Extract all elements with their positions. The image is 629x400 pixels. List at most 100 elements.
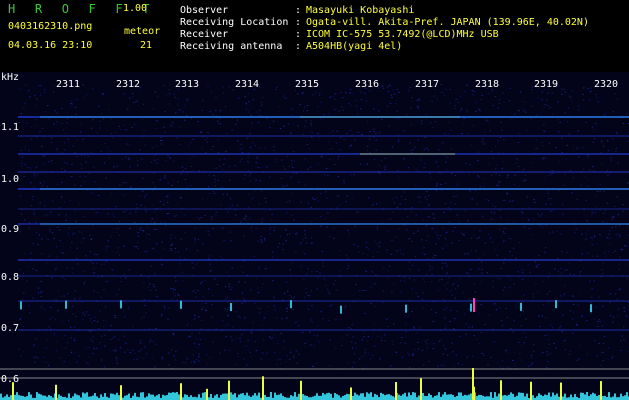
noise-speck: [493, 213, 495, 215]
noise-speck: [408, 268, 411, 270]
noise-speck: [453, 107, 456, 109]
amplitude-bar: [540, 394, 542, 400]
noise-speck: [318, 95, 321, 97]
noise-speck: [71, 103, 73, 105]
noise-speck: [498, 174, 501, 176]
noise-speck: [608, 233, 610, 235]
amplitude-bar: [404, 392, 406, 400]
noise-speck: [503, 232, 505, 234]
noise-speck: [601, 269, 603, 271]
noise-speck: [287, 123, 290, 125]
noise-speck: [552, 231, 554, 233]
noise-speck: [418, 99, 420, 101]
meteor-echo: [20, 301, 22, 310]
noise-speck: [313, 199, 316, 200]
noise-speck: [35, 222, 37, 224]
noise-speck: [119, 347, 122, 349]
noise-speck: [418, 201, 421, 203]
noise-speck: [255, 278, 257, 280]
noise-speck: [375, 139, 377, 141]
amplitude-bar: [574, 394, 576, 400]
noise-speck: [472, 355, 474, 357]
noise-speck: [426, 273, 428, 275]
amplitude-bar: [198, 394, 200, 400]
noise-speck: [194, 318, 196, 320]
noise-speck: [391, 239, 393, 241]
noise-speck: [258, 268, 260, 270]
noise-speck: [61, 122, 63, 124]
noise-speck: [520, 325, 523, 327]
noise-speck: [20, 213, 23, 215]
noise-speck: [351, 197, 353, 199]
noise-speck: [555, 347, 557, 349]
noise-speck: [99, 310, 101, 312]
noise-speck: [451, 342, 453, 344]
noise-speck: [445, 88, 447, 90]
noise-speck: [438, 238, 440, 240]
noise-speck: [508, 100, 511, 102]
noise-speck: [317, 106, 319, 108]
noise-speck: [617, 308, 620, 310]
noise-speck: [597, 325, 599, 327]
noise-speck: [580, 183, 583, 185]
noise-speck: [145, 312, 147, 314]
noise-speck: [97, 292, 99, 294]
noise-speck: [65, 347, 67, 349]
noise-speck: [530, 118, 532, 120]
noise-speck: [112, 137, 114, 139]
noise-speck: [568, 353, 571, 355]
noise-speck: [345, 305, 347, 307]
noise-speck: [575, 228, 577, 230]
noise-speck: [590, 87, 592, 89]
noise-speck: [386, 318, 388, 320]
noise-speck: [103, 263, 105, 265]
noise-speck: [318, 137, 320, 139]
noise-speck: [254, 191, 256, 193]
noise-speck: [148, 328, 151, 330]
noise-speck: [67, 232, 69, 234]
amplitude-bar: [422, 392, 424, 400]
noise-speck: [250, 289, 252, 291]
noise-speck: [306, 105, 309, 106]
noise-speck: [489, 237, 492, 239]
noise-speck: [585, 121, 587, 123]
noise-speck: [346, 362, 349, 364]
noise-speck: [564, 112, 567, 114]
noise-speck: [305, 287, 307, 289]
noise-speck: [261, 324, 263, 326]
amplitude-bar: [484, 396, 486, 400]
noise-speck: [472, 125, 474, 127]
noise-speck: [82, 139, 84, 140]
noise-speck: [146, 233, 148, 235]
noise-speck: [298, 353, 300, 355]
noise-speck: [82, 319, 84, 321]
noise-speck: [391, 291, 393, 292]
noise-speck: [217, 120, 219, 122]
noise-speck: [140, 317, 143, 319]
noise-speck: [452, 351, 454, 353]
noise-speck: [356, 105, 358, 107]
noise-speck: [135, 211, 137, 213]
noise-speck: [413, 327, 415, 329]
noise-speck: [41, 253, 43, 255]
noise-speck: [125, 210, 127, 212]
noise-speck: [547, 354, 549, 356]
noise-speck: [89, 251, 92, 253]
noise-speck: [51, 277, 53, 279]
noise-speck: [478, 151, 480, 153]
amplitude-bar: [248, 395, 250, 400]
noise-speck: [348, 327, 350, 329]
y-tick-label: 0.6: [1, 374, 20, 385]
noise-speck: [165, 196, 168, 198]
amplitude-bar: [376, 394, 378, 400]
noise-speck: [506, 351, 508, 353]
noise-speck: [283, 125, 285, 127]
noise-speck: [592, 255, 594, 257]
noise-speck: [515, 162, 517, 164]
noise-speck: [35, 270, 38, 271]
noise-speck: [375, 133, 377, 134]
noise-speck: [116, 294, 118, 296]
noise-speck: [55, 298, 57, 300]
noise-speck: [277, 343, 279, 345]
noise-speck: [441, 267, 443, 269]
